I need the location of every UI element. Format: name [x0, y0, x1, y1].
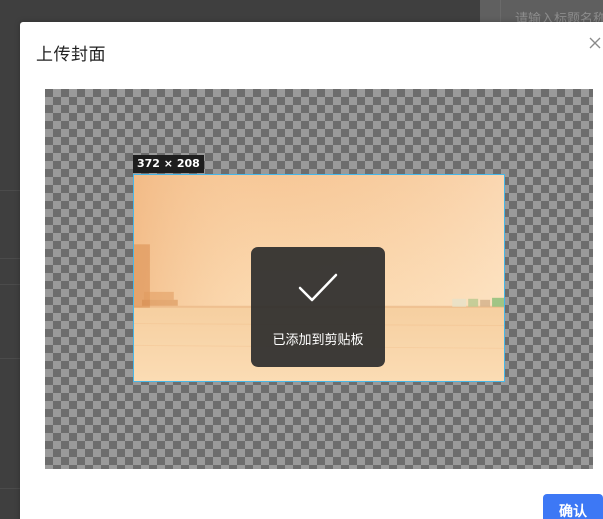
confirm-button[interactable]: 确认: [543, 494, 603, 519]
checkmark-icon: [298, 273, 338, 302]
crop-size-label: 372 × 208: [133, 155, 204, 173]
clipboard-toast: 已添加到剪贴板: [251, 247, 385, 367]
upload-cover-dialog: 上传封面 372 × 208 已添加到剪贴板 确认: [20, 22, 603, 519]
dialog-title: 上传封面: [36, 45, 106, 65]
close-icon[interactable]: [586, 34, 603, 52]
toast-message: 已添加到剪贴板: [272, 333, 364, 348]
image-cropper[interactable]: 372 × 208 已添加到剪贴板: [45, 89, 593, 469]
